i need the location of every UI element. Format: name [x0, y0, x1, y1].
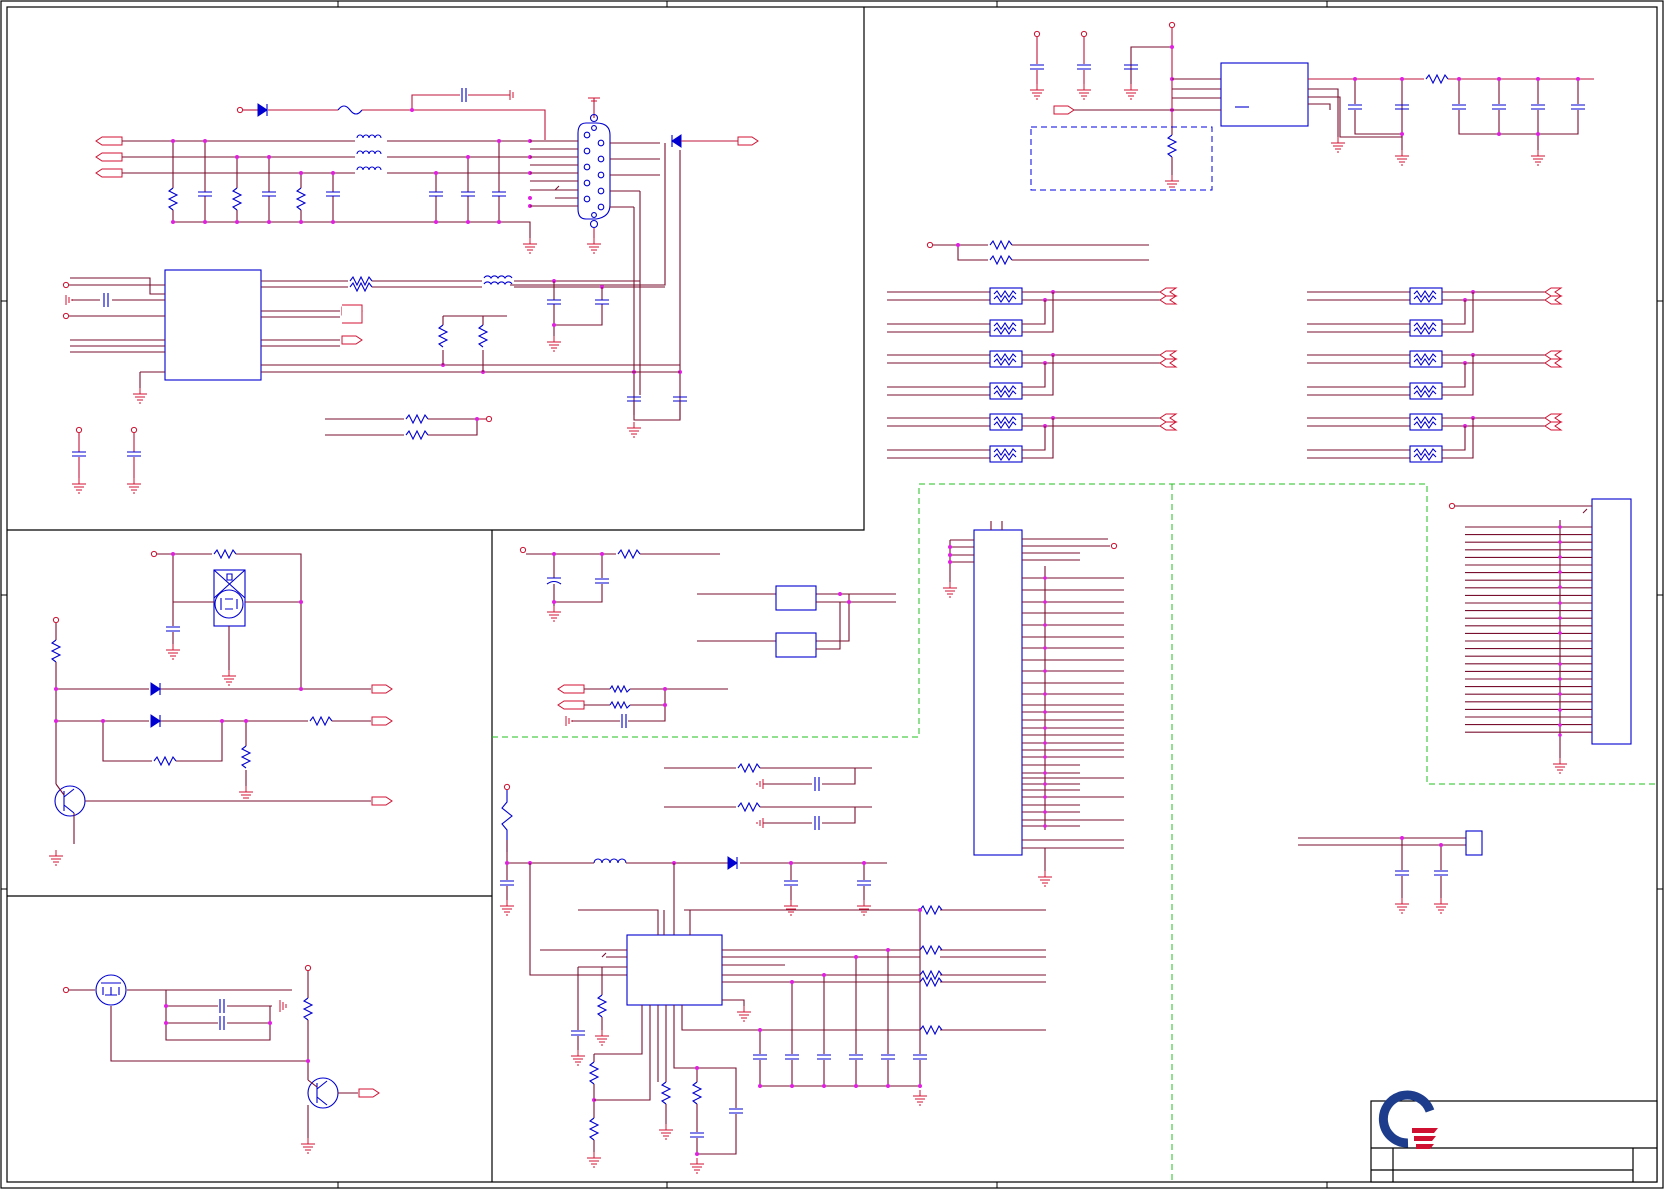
panel-connector-left — [973, 529, 1023, 856]
mosfet-icon — [95, 974, 127, 1006]
boost-converter-block — [499, 763, 1046, 1174]
panel-connector-right — [1591, 498, 1632, 745]
title-block — [1370, 1090, 1658, 1183]
video-buffer-ic — [164, 269, 262, 381]
ferrite-bead — [1409, 319, 1443, 337]
backlight-control-block — [48, 549, 393, 866]
keepout-area-blue — [1030, 126, 1213, 191]
ferrite-bead — [989, 350, 1023, 368]
schematic-sheet — [0, 0, 1664, 1189]
ferrite-bead — [1409, 413, 1443, 431]
filter-module-1 — [775, 585, 817, 611]
bipolar-transistor-icon — [54, 785, 86, 817]
ferrite-bead — [989, 382, 1023, 400]
ferrite-bead — [1409, 287, 1443, 305]
pullup-resistor-pair — [926, 240, 1149, 265]
small-connector-block — [1298, 830, 1483, 914]
ferrite-bead — [1409, 445, 1443, 463]
ferrite-bead — [989, 287, 1023, 305]
ferrite-bead — [989, 445, 1023, 463]
regulator-block — [1029, 21, 1594, 191]
vga-interface-block — [62, 87, 759, 494]
ferrite-bead — [989, 413, 1023, 431]
power-switch-block — [62, 964, 380, 1154]
db15-vga-connector-icon — [577, 97, 611, 254]
input-filter-block — [519, 546, 896, 729]
voltage-regulator-ic — [1220, 62, 1309, 127]
boost-controller-ic — [626, 934, 723, 1006]
filter-module-2 — [775, 632, 817, 658]
two-pin-connector — [1465, 830, 1483, 856]
bipolar-transistor-icon-2 — [307, 1077, 339, 1109]
lvds-filter-array — [887, 287, 1563, 463]
ferrite-bead — [989, 319, 1023, 337]
ferrite-bead — [1409, 382, 1443, 400]
ferrite-bead — [1409, 350, 1443, 368]
